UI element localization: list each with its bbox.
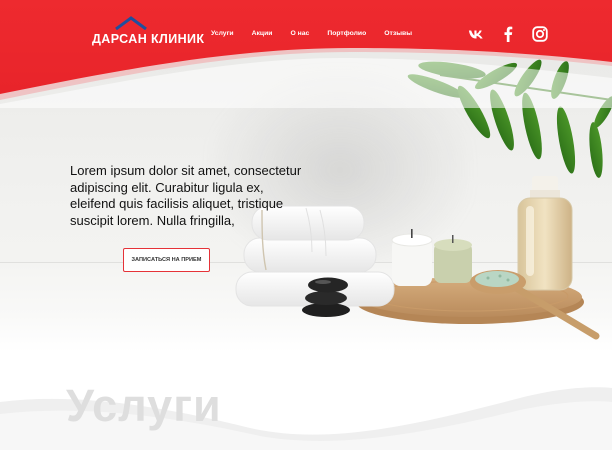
instagram-icon[interactable] bbox=[532, 26, 548, 42]
hero-text: Lorem ipsum dolor sit amet, consectetur … bbox=[70, 163, 302, 228]
services-section: Услуги bbox=[0, 352, 612, 450]
facebook-icon[interactable] bbox=[500, 26, 516, 42]
social-links bbox=[468, 26, 564, 42]
logo[interactable]: ДАРСАН КЛИНИК bbox=[92, 16, 204, 46]
book-appointment-button[interactable]: ЗАПИСАТЬСЯ НА ПРИЕМ bbox=[123, 248, 210, 272]
main-nav: Услуги Акции О нас Портфолио Отзывы bbox=[211, 30, 430, 37]
nav-item-reviews[interactable]: Отзывы bbox=[384, 30, 412, 37]
nav-item-services[interactable]: Услуги bbox=[211, 30, 234, 37]
services-heading: Услуги bbox=[66, 380, 222, 431]
nav-item-promotions[interactable]: Акции bbox=[252, 30, 273, 37]
logo-roof-icon bbox=[115, 16, 147, 30]
nav-item-about[interactable]: О нас bbox=[290, 30, 309, 37]
logo-text: ДАРСАН КЛИНИК bbox=[92, 32, 205, 46]
nav-item-portfolio[interactable]: Портфолио bbox=[327, 30, 366, 37]
vk-icon[interactable] bbox=[468, 26, 484, 42]
